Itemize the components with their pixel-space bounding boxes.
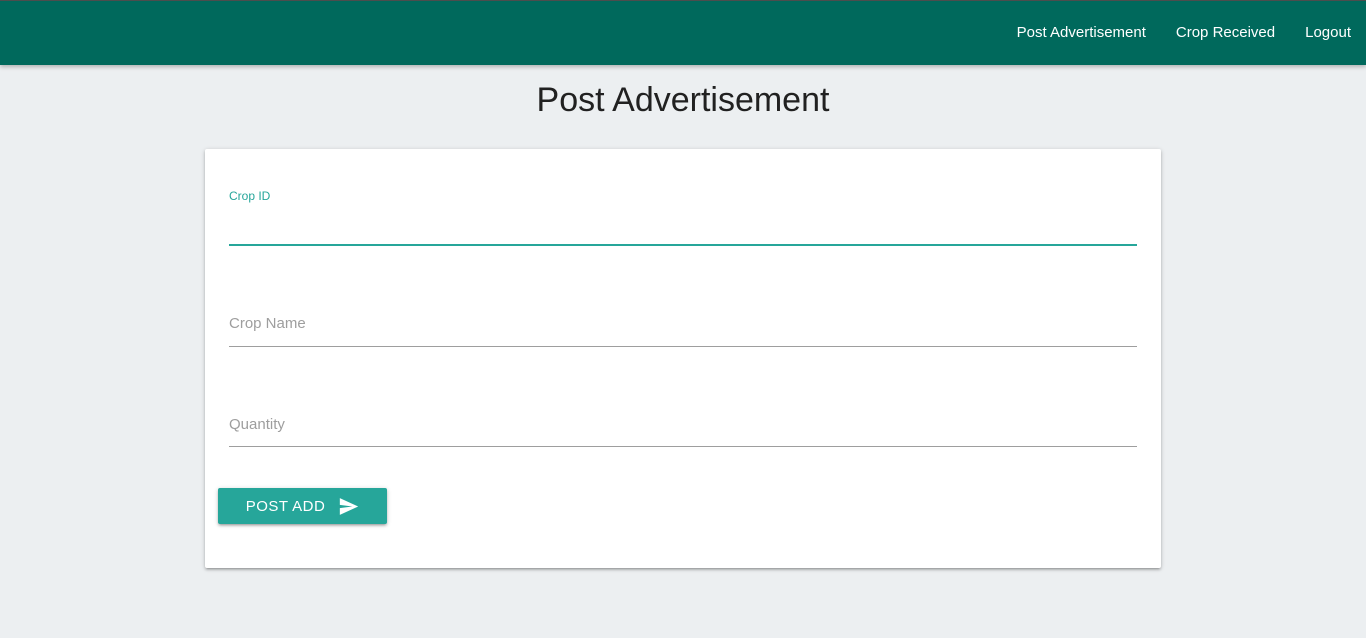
send-icon (339, 497, 359, 515)
nav-links: Post Advertisement Crop Received Logout (1002, 1, 1366, 65)
quantity-field: Quantity (229, 400, 1137, 450)
quantity-input[interactable] (229, 410, 1137, 440)
quantity-underline (229, 446, 1137, 447)
navbar: Post Advertisement Crop Received Logout (0, 0, 1366, 65)
post-advertisement-form-card: Crop ID Crop Name Quantity POST ADD (205, 149, 1161, 568)
crop-id-input[interactable] (229, 213, 1137, 243)
crop-name-underline (229, 346, 1137, 347)
crop-name-input[interactable] (229, 309, 1137, 339)
post-add-button[interactable]: POST ADD (218, 488, 387, 524)
crop-id-underline (229, 244, 1137, 246)
nav-link-crop-received[interactable]: Crop Received (1161, 1, 1290, 65)
crop-id-field: Crop ID (229, 149, 1137, 249)
crop-name-field: Crop Name (229, 299, 1137, 349)
nav-link-post-advertisement[interactable]: Post Advertisement (1002, 1, 1161, 65)
crop-id-label: Crop ID (229, 189, 271, 203)
page-title: Post Advertisement (536, 81, 830, 119)
nav-link-logout[interactable]: Logout (1290, 1, 1366, 65)
post-add-button-label: POST ADD (245, 497, 326, 515)
